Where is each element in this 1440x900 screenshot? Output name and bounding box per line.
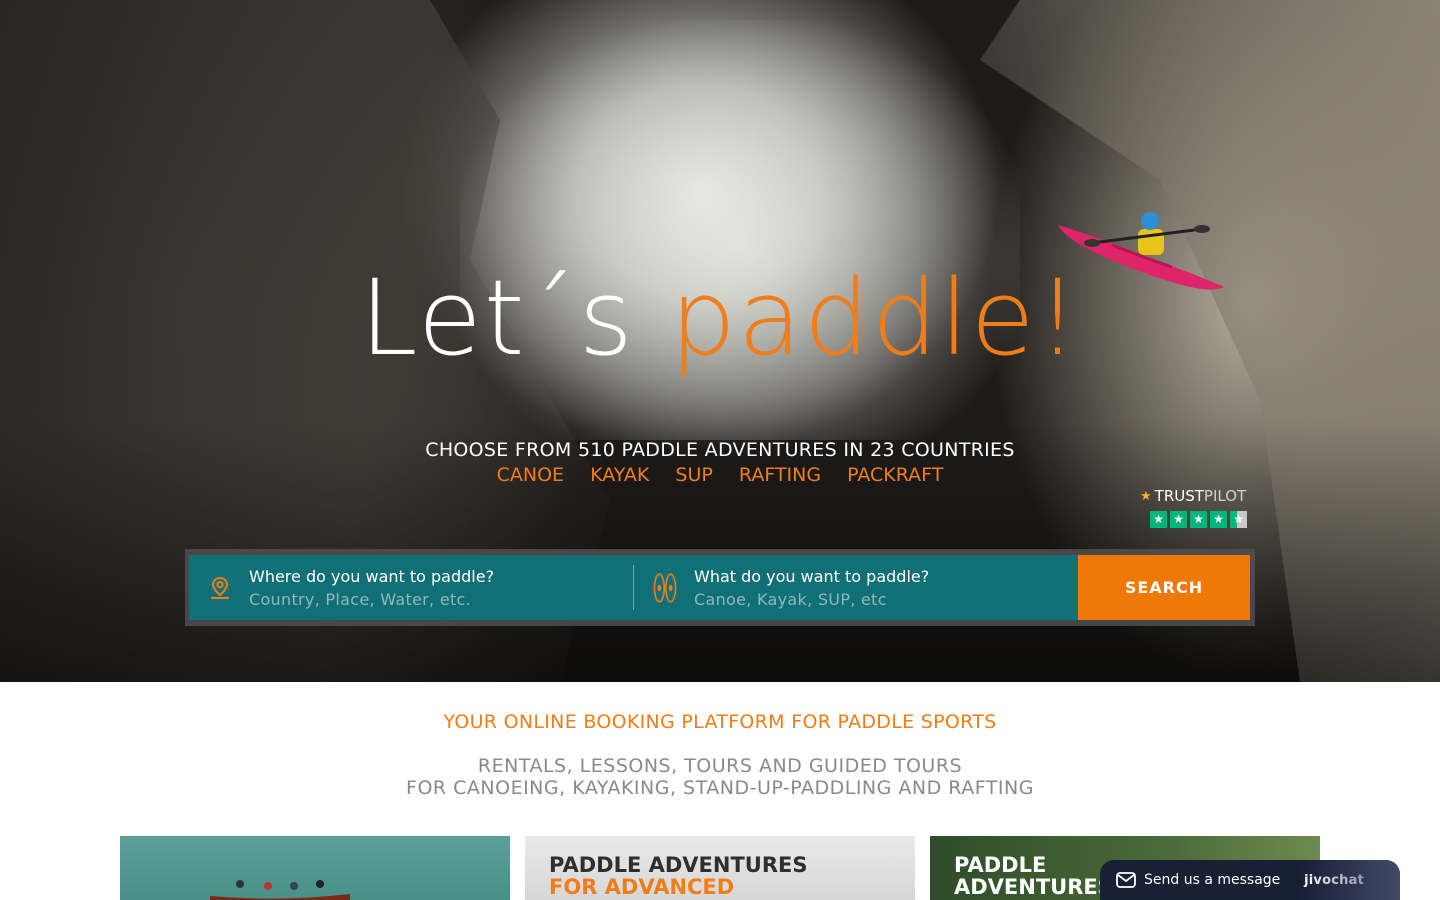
what-label: What do you want to paddle? bbox=[694, 566, 930, 586]
adventure-card-beginner[interactable] bbox=[120, 836, 510, 900]
booking-platform-title: YOUR ONLINE BOOKING PLATFORM FOR PADDLE … bbox=[443, 711, 997, 733]
rating-star-icon: ★ bbox=[1190, 511, 1207, 528]
rating-star-icon: ★ bbox=[1150, 511, 1167, 528]
category-link-packraft[interactable]: PACKRAFT bbox=[847, 464, 943, 486]
search-button[interactable]: SEARCH bbox=[1078, 555, 1250, 620]
chat-widget-fade bbox=[1300, 860, 1400, 900]
paddlers-in-canoe-image bbox=[210, 880, 350, 900]
category-link-kayak[interactable]: KAYAK bbox=[590, 464, 649, 486]
trustpilot-widget[interactable]: ★ TRUSTPILOT ★ ★ ★ ★ ★ bbox=[1140, 487, 1256, 528]
headline-main: Let´s bbox=[359, 257, 635, 379]
envelope-icon bbox=[1116, 872, 1136, 888]
where-label: Where do you want to paddle? bbox=[249, 566, 495, 586]
category-link-canoe[interactable]: CANOE bbox=[497, 464, 564, 486]
category-link-sup[interactable]: SUP bbox=[675, 464, 712, 486]
trustpilot-star-icon: ★ bbox=[1140, 488, 1152, 504]
hero-headline: Let´s paddle! bbox=[0, 258, 1440, 378]
subtitle-line-2: FOR CANOEING, KAYAKING, STAND-UP-PADDLIN… bbox=[406, 777, 1034, 799]
trustpilot-rating: ★ ★ ★ ★ ★ bbox=[1150, 511, 1256, 528]
card-title-line-1: PADDLE bbox=[954, 853, 1047, 877]
where-field[interactable]: Where do you want to paddle? bbox=[189, 555, 633, 620]
location-pin-icon bbox=[207, 573, 233, 603]
category-links: CANOE KAYAK SUP RAFTING PACKRAFT bbox=[0, 464, 1440, 486]
what-field[interactable]: What do you want to paddle? bbox=[634, 555, 1078, 620]
card-title: PADDLE ADVENTURES FOR ADVANCED bbox=[549, 854, 808, 898]
hero-banner: Let´s paddle! CHOOSE FROM 510 PADDLE ADV… bbox=[0, 0, 1440, 682]
rating-star-icon: ★ bbox=[1170, 511, 1187, 528]
subtitle-line-1: RENTALS, LESSONS, TOURS AND GUIDED TOURS bbox=[477, 755, 963, 777]
rating-star-half-icon: ★ bbox=[1230, 511, 1247, 528]
booking-platform-subtitle: RENTALS, LESSONS, TOURS AND GUIDED TOURS… bbox=[0, 755, 1440, 799]
chat-message-label: Send us a message bbox=[1144, 872, 1281, 888]
what-input[interactable] bbox=[694, 589, 1024, 609]
rating-star-icon: ★ bbox=[1210, 511, 1227, 528]
trustpilot-logo: ★ TRUSTPILOT bbox=[1140, 487, 1256, 505]
card-title-line-2: ADVENTURES bbox=[954, 875, 1113, 899]
headline-accent: paddle! bbox=[669, 257, 1081, 379]
category-link-rafting[interactable]: RAFTING bbox=[739, 464, 821, 486]
trustpilot-name-bold: TRUST bbox=[1154, 487, 1204, 505]
card-title-line-2: FOR ADVANCED bbox=[549, 875, 735, 899]
card-title: PADDLE ADVENTURES bbox=[954, 854, 1113, 898]
card-title-line-1: PADDLE ADVENTURES bbox=[549, 853, 808, 877]
kayak-canoe-icon bbox=[652, 572, 678, 603]
where-input[interactable] bbox=[249, 589, 579, 609]
search-bar: Where do you want to paddle? What do you… bbox=[185, 549, 1255, 626]
trustpilot-name-light: PILOT bbox=[1203, 487, 1247, 505]
hero-tagline: CHOOSE FROM 510 PADDLE ADVENTURES IN 23 … bbox=[425, 439, 1015, 461]
adventure-card-advanced[interactable]: PADDLE ADVENTURES FOR ADVANCED bbox=[525, 836, 915, 900]
